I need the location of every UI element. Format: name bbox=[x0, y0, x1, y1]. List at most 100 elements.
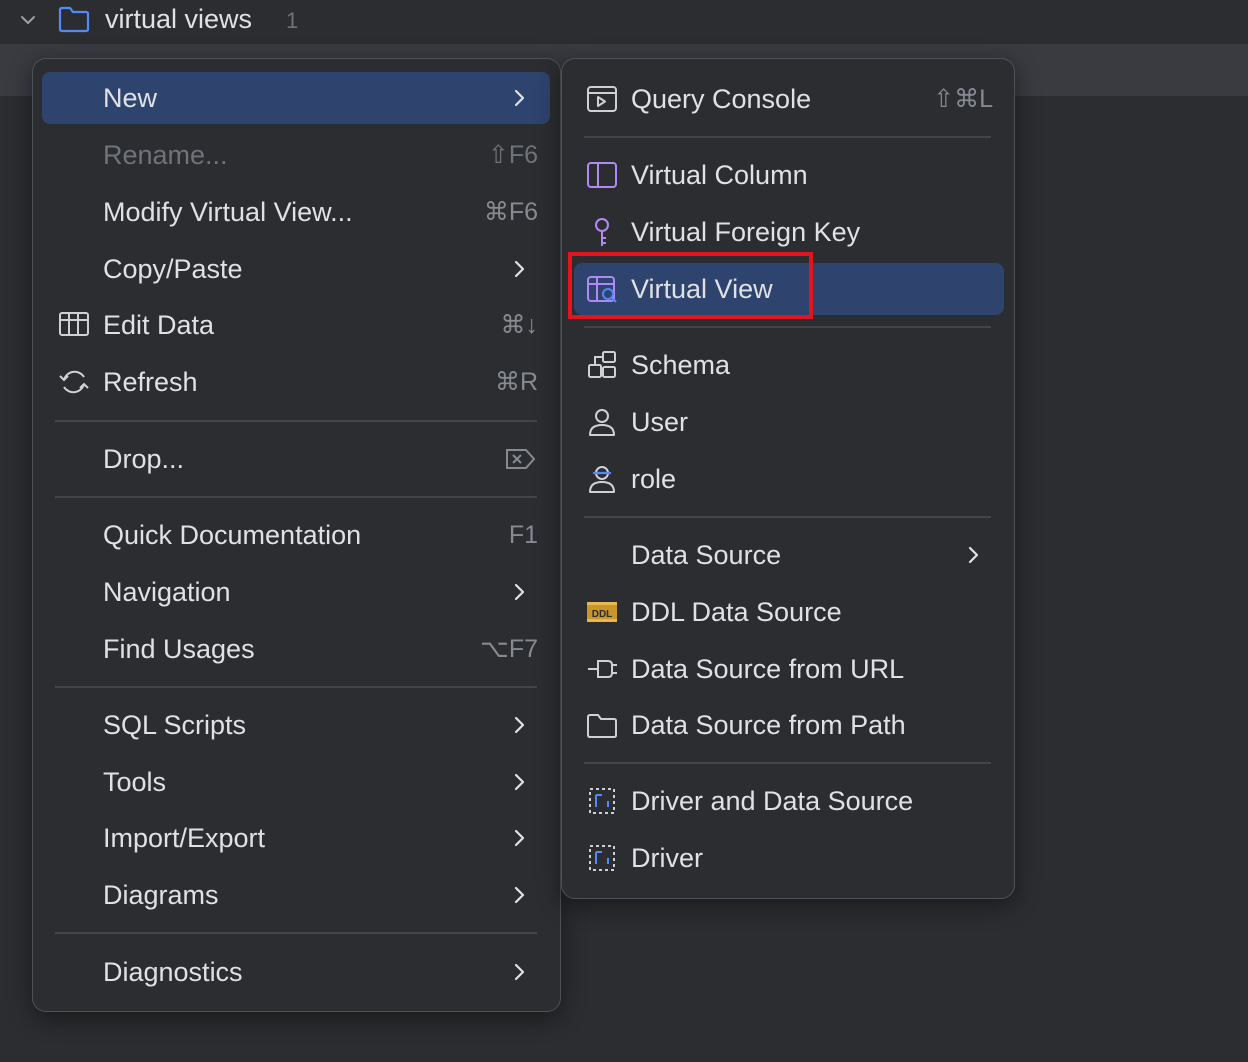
submenu-item-driver-and-data-source[interactable]: Driver and Data Source bbox=[574, 775, 1004, 827]
menu-item-label: Import/Export bbox=[103, 822, 266, 853]
menu-separator bbox=[584, 326, 991, 328]
driver-icon bbox=[589, 845, 615, 871]
submenu-item-label: role bbox=[631, 463, 677, 494]
menu-item-sql-scripts[interactable]: SQL Scripts bbox=[42, 699, 550, 751]
chevron-right-icon bbox=[968, 546, 979, 564]
folder-icon bbox=[587, 714, 617, 738]
chevron-right-icon bbox=[514, 963, 525, 981]
menu-item-copy-paste[interactable]: Copy/Paste bbox=[42, 243, 550, 295]
folder-icon bbox=[58, 6, 90, 33]
menu-item-shortcut: ⇧F6 bbox=[487, 141, 538, 169]
menu-item-edit-data[interactable]: Edit Data ⌘↓ bbox=[42, 299, 550, 351]
menu-item-find-usages[interactable]: Find Usages ⌥F7 bbox=[42, 623, 550, 675]
driver-icon bbox=[589, 788, 615, 814]
menu-item-shortcut: ⌘R bbox=[494, 368, 538, 396]
menu-item-label: Diagrams bbox=[103, 879, 219, 910]
submenu-item-schema[interactable]: Schema bbox=[574, 339, 1004, 391]
chevron-right-icon bbox=[514, 829, 525, 847]
menu-item-label: Find Usages bbox=[103, 633, 255, 664]
menu-separator bbox=[55, 932, 537, 934]
menu-item-label: Refresh bbox=[103, 366, 198, 397]
submenu-item-label: Driver and Data Source bbox=[631, 785, 914, 816]
plug-icon bbox=[588, 660, 617, 678]
submenu-item-virtual-column[interactable]: Virtual Column bbox=[574, 149, 1004, 201]
chevron-right-icon bbox=[514, 260, 525, 278]
menu-item-label: Drop... bbox=[103, 443, 185, 474]
submenu-item-virtual-foreign-key[interactable]: Virtual Foreign Key bbox=[574, 206, 1004, 258]
annotation-highlight-box bbox=[568, 252, 813, 319]
menu-item-refresh[interactable]: Refresh ⌘R bbox=[42, 356, 550, 408]
submenu-item-user[interactable]: User bbox=[574, 396, 1004, 448]
table-grid-icon bbox=[59, 312, 89, 336]
chevron-right-icon bbox=[514, 716, 525, 734]
menu-separator bbox=[55, 496, 537, 498]
chevron-down-icon[interactable] bbox=[18, 10, 38, 30]
menu-item-drop[interactable]: Drop... bbox=[42, 433, 550, 485]
submenu-item-data-source-from-url[interactable]: Data Source from URL bbox=[574, 643, 1004, 695]
chevron-right-icon bbox=[514, 89, 525, 107]
submenu-item-data-source[interactable]: Data Source bbox=[574, 529, 1004, 581]
menu-item-import-export[interactable]: Import/Export bbox=[42, 812, 550, 864]
ddl-icon: DDL bbox=[587, 602, 617, 622]
menu-item-label: New bbox=[103, 82, 158, 113]
submenu-item-label: Driver bbox=[631, 842, 703, 873]
menu-item-new[interactable]: New bbox=[42, 72, 550, 124]
menu-separator bbox=[584, 516, 991, 518]
submenu-item-query-console[interactable]: Query Console ⇧⌘L bbox=[574, 73, 1004, 125]
menu-separator bbox=[584, 762, 991, 764]
submenu-item-ddl-data-source[interactable]: DDL DDL Data Source bbox=[574, 586, 1004, 638]
chevron-right-icon bbox=[514, 886, 525, 904]
chevron-right-icon bbox=[514, 773, 525, 791]
menu-item-label: Modify Virtual View... bbox=[103, 196, 353, 227]
backspace-key-icon bbox=[506, 449, 536, 469]
svg-text:DDL: DDL bbox=[592, 609, 613, 620]
menu-item-label: Edit Data bbox=[103, 309, 215, 340]
new-submenu: Query Console ⇧⌘L Virtual Column Virtual… bbox=[561, 58, 1015, 899]
refresh-icon bbox=[59, 370, 89, 394]
menu-item-diagnostics[interactable]: Diagnostics bbox=[42, 946, 550, 998]
submenu-item-label: Data Source bbox=[631, 539, 782, 570]
menu-item-label: Navigation bbox=[103, 576, 231, 607]
submenu-item-label: Schema bbox=[631, 349, 731, 380]
menu-item-label: SQL Scripts bbox=[103, 709, 247, 740]
menu-item-shortcut: ⌘F6 bbox=[483, 198, 538, 226]
submenu-item-data-source-from-path[interactable]: Data Source from Path bbox=[574, 699, 1004, 751]
menu-separator bbox=[55, 686, 537, 688]
menu-item-label: Rename... bbox=[103, 139, 228, 170]
menu-item-label: Quick Documentation bbox=[103, 519, 362, 550]
user-icon bbox=[589, 409, 615, 436]
folder-count: 1 bbox=[286, 8, 299, 33]
menu-item-shortcut: F1 bbox=[508, 520, 538, 549]
key-icon bbox=[595, 218, 609, 246]
virtual-column-icon bbox=[587, 162, 617, 188]
menu-item-modify-virtual-view[interactable]: Modify Virtual View... ⌘F6 bbox=[42, 186, 550, 238]
menu-item-label: Tools bbox=[103, 766, 167, 797]
menu-item-rename[interactable]: Rename... ⇧F6 bbox=[42, 129, 550, 181]
submenu-item-label: Virtual Column bbox=[631, 159, 808, 190]
submenu-item-label: DDL Data Source bbox=[631, 596, 842, 627]
menu-item-label: Copy/Paste bbox=[103, 253, 243, 284]
submenu-item-shortcut: ⇧⌘L bbox=[933, 85, 993, 113]
menu-item-label: Diagnostics bbox=[103, 956, 243, 987]
menu-item-diagrams[interactable]: Diagrams bbox=[42, 869, 550, 921]
menu-item-shortcut: ⌥F7 bbox=[480, 635, 538, 663]
context-menu: New Rename... ⇧F6 Modify Virtual View...… bbox=[32, 58, 561, 1012]
submenu-item-label: Data Source from Path bbox=[631, 709, 906, 740]
submenu-item-label: Data Source from URL bbox=[631, 653, 905, 684]
chevron-right-icon bbox=[514, 583, 525, 601]
tree-row-virtual-views[interactable]: virtual views 1 bbox=[0, 0, 1248, 40]
menu-item-quick-documentation[interactable]: Quick Documentation F1 bbox=[42, 509, 550, 561]
menu-separator bbox=[55, 420, 537, 422]
menu-item-navigation[interactable]: Navigation bbox=[42, 566, 550, 618]
menu-separator bbox=[584, 136, 991, 138]
submenu-item-role[interactable]: role bbox=[574, 453, 1004, 505]
console-icon bbox=[587, 86, 617, 112]
submenu-item-label: Virtual Foreign Key bbox=[631, 216, 861, 247]
submenu-item-label: Query Console bbox=[631, 83, 812, 114]
role-icon bbox=[589, 466, 615, 493]
submenu-item-driver[interactable]: Driver bbox=[574, 832, 1004, 884]
menu-item-shortcut: ⌘↓ bbox=[500, 311, 539, 339]
schema-icon bbox=[588, 351, 616, 378]
folder-label: virtual views bbox=[105, 4, 253, 34]
menu-item-tools[interactable]: Tools bbox=[42, 756, 550, 808]
